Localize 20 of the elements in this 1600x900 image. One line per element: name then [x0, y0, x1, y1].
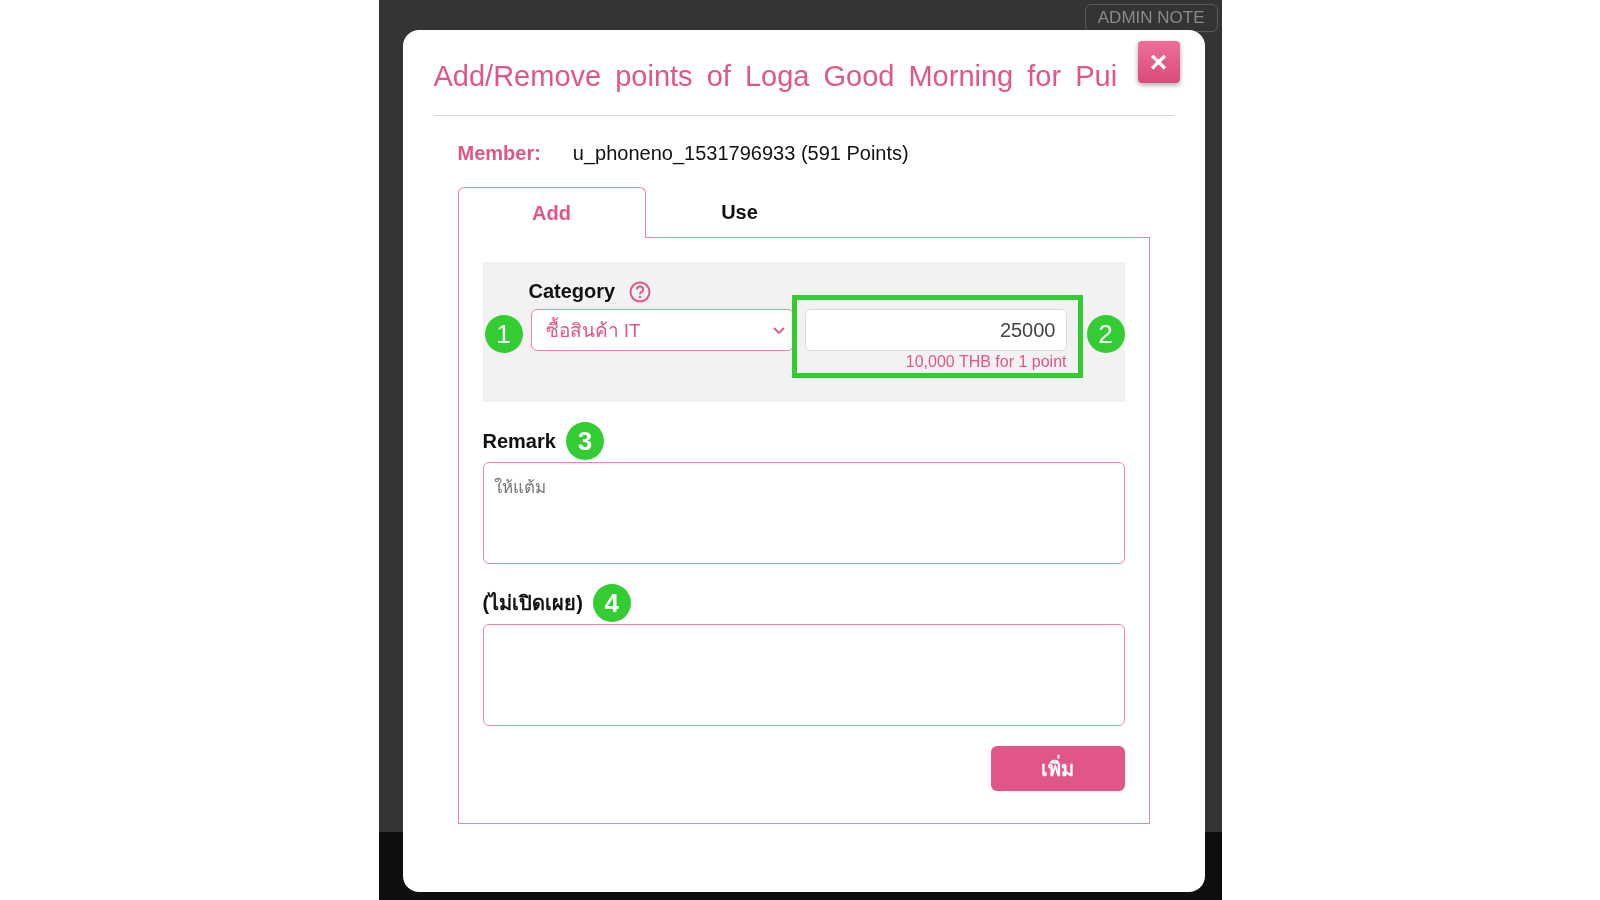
member-label: Member: [457, 142, 541, 165]
annotation-badge: 3 [565, 422, 604, 460]
add-button[interactable]: เพิ่ม [990, 746, 1125, 791]
help-icon[interactable] [629, 280, 652, 303]
remark-field[interactable]: ให้แต้ม [482, 462, 1125, 564]
amount-field[interactable]: 25000 [805, 309, 1067, 351]
conversion-hint: 10,000 THB for 1 point [904, 353, 1067, 371]
category-label: Category [528, 280, 616, 303]
member-value: u_phoneno_1531796933 (591 Points) [572, 142, 909, 165]
annotation-badge: 4 [592, 584, 631, 622]
dialog-title: Add/Remove points of Loga Good Morning for Pui [433, 59, 1118, 93]
tab[interactable]: Add [457, 187, 646, 238]
close-button[interactable]: × [1137, 40, 1180, 83]
category-select[interactable]: ซื้อสินค้า IT [530, 309, 795, 351]
private-note-field[interactable] [482, 624, 1125, 726]
tab[interactable]: Use [645, 187, 834, 237]
annotation-badge: 2 [1086, 315, 1125, 353]
private-note-label: (ไม่เปิดเผย) [482, 591, 583, 616]
remark-label: Remark [482, 429, 556, 453]
annotation-badge: 1 [484, 315, 523, 353]
